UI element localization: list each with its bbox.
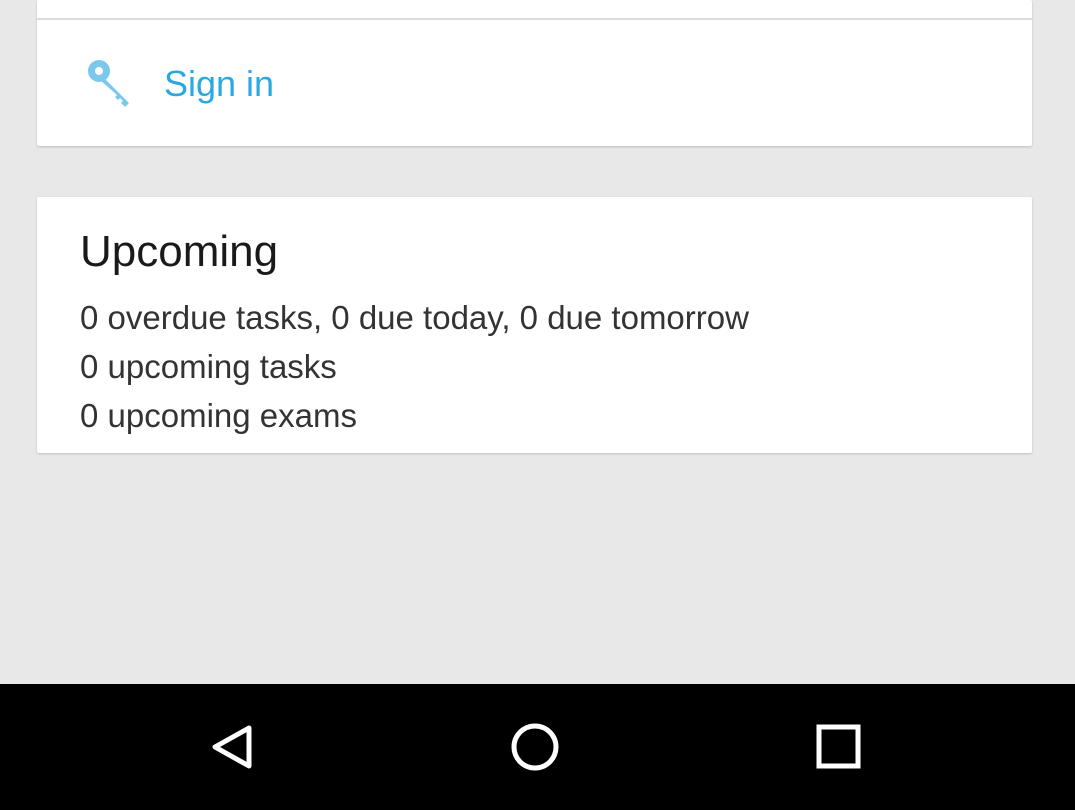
signin-button[interactable]: Sign in	[37, 20, 1032, 146]
back-icon[interactable]	[198, 712, 268, 782]
home-icon[interactable]	[500, 712, 570, 782]
recents-icon[interactable]	[804, 712, 874, 782]
key-icon	[85, 58, 137, 110]
signin-label: Sign in	[164, 63, 275, 104]
upcoming-card[interactable]: Upcoming 0 overdue tasks, 0 due today, 0…	[37, 197, 1032, 453]
upcoming-exams-count: 0 upcoming exams	[80, 397, 357, 434]
app-content: Sign in Upcoming 0 overdue tasks, 0 due …	[0, 0, 1075, 684]
upcoming-tasks-count: 0 upcoming tasks	[80, 348, 337, 385]
system-navigation-bar	[0, 684, 1075, 810]
signin-card: Sign in	[37, 0, 1032, 146]
upcoming-title: Upcoming	[80, 227, 279, 276]
overdue-summary: 0 overdue tasks, 0 due today, 0 due tomo…	[80, 299, 749, 336]
